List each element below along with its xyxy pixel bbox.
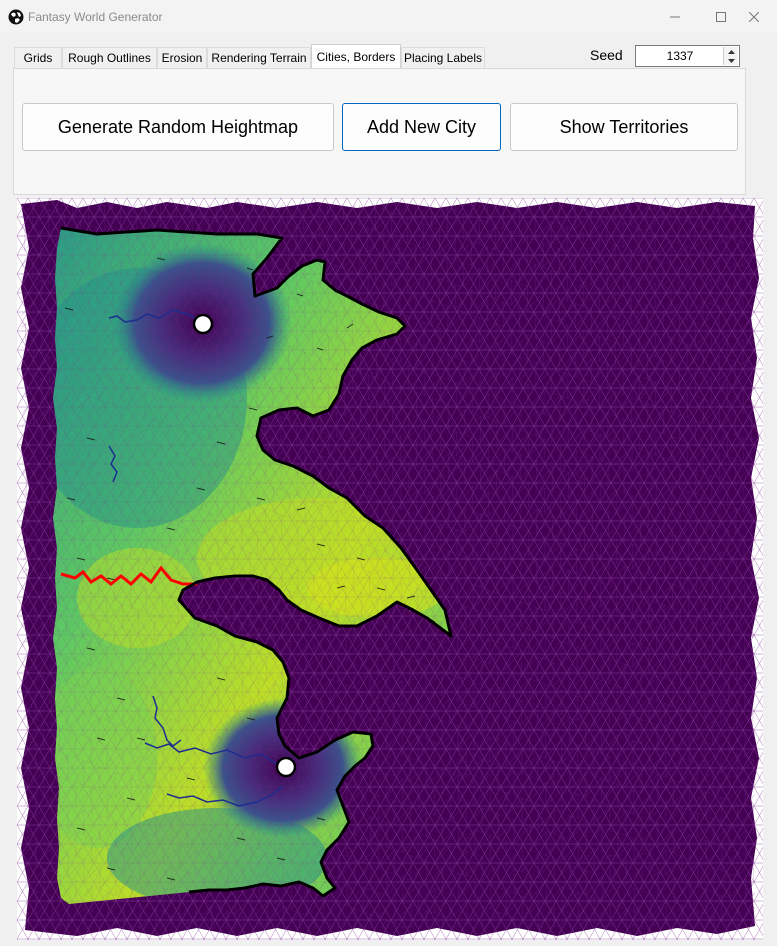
tab-placing-labels[interactable]: Placing Labels <box>401 47 485 68</box>
title-bar: Fantasy World Generator <box>0 0 777 33</box>
chevron-down-icon <box>727 58 735 63</box>
close-button[interactable] <box>731 0 777 33</box>
map-image <box>17 198 763 940</box>
tab-rough-outlines[interactable]: Rough Outlines <box>62 47 157 68</box>
add-new-city-button[interactable]: Add New City <box>342 103 501 151</box>
tab-erosion[interactable]: Erosion <box>157 47 207 68</box>
map-canvas[interactable] <box>17 198 763 940</box>
tab-cities-borders[interactable]: Cities, Borders <box>311 44 401 68</box>
tab-grids[interactable]: Grids <box>14 47 62 68</box>
window-title: Fantasy World Generator <box>28 10 163 24</box>
generate-heightmap-button[interactable]: Generate Random Heightmap <box>22 103 334 151</box>
tab-rendering-terrain[interactable]: Rendering Terrain <box>207 47 311 68</box>
maximize-icon <box>716 11 726 22</box>
minimize-icon <box>670 16 680 17</box>
close-icon <box>749 11 759 22</box>
city-marker <box>275 756 297 778</box>
seed-label: Seed <box>590 47 623 63</box>
seed-value[interactable]: 1337 <box>636 49 724 63</box>
chevron-up-icon <box>727 49 735 54</box>
seed-stepper[interactable]: 1337 <box>635 45 740 67</box>
seed-up-button[interactable] <box>723 47 738 56</box>
globe-icon <box>8 9 24 25</box>
city-marker <box>192 313 214 335</box>
show-territories-button[interactable]: Show Territories <box>510 103 738 151</box>
seed-down-button[interactable] <box>723 56 738 65</box>
minimize-button[interactable] <box>652 0 698 33</box>
